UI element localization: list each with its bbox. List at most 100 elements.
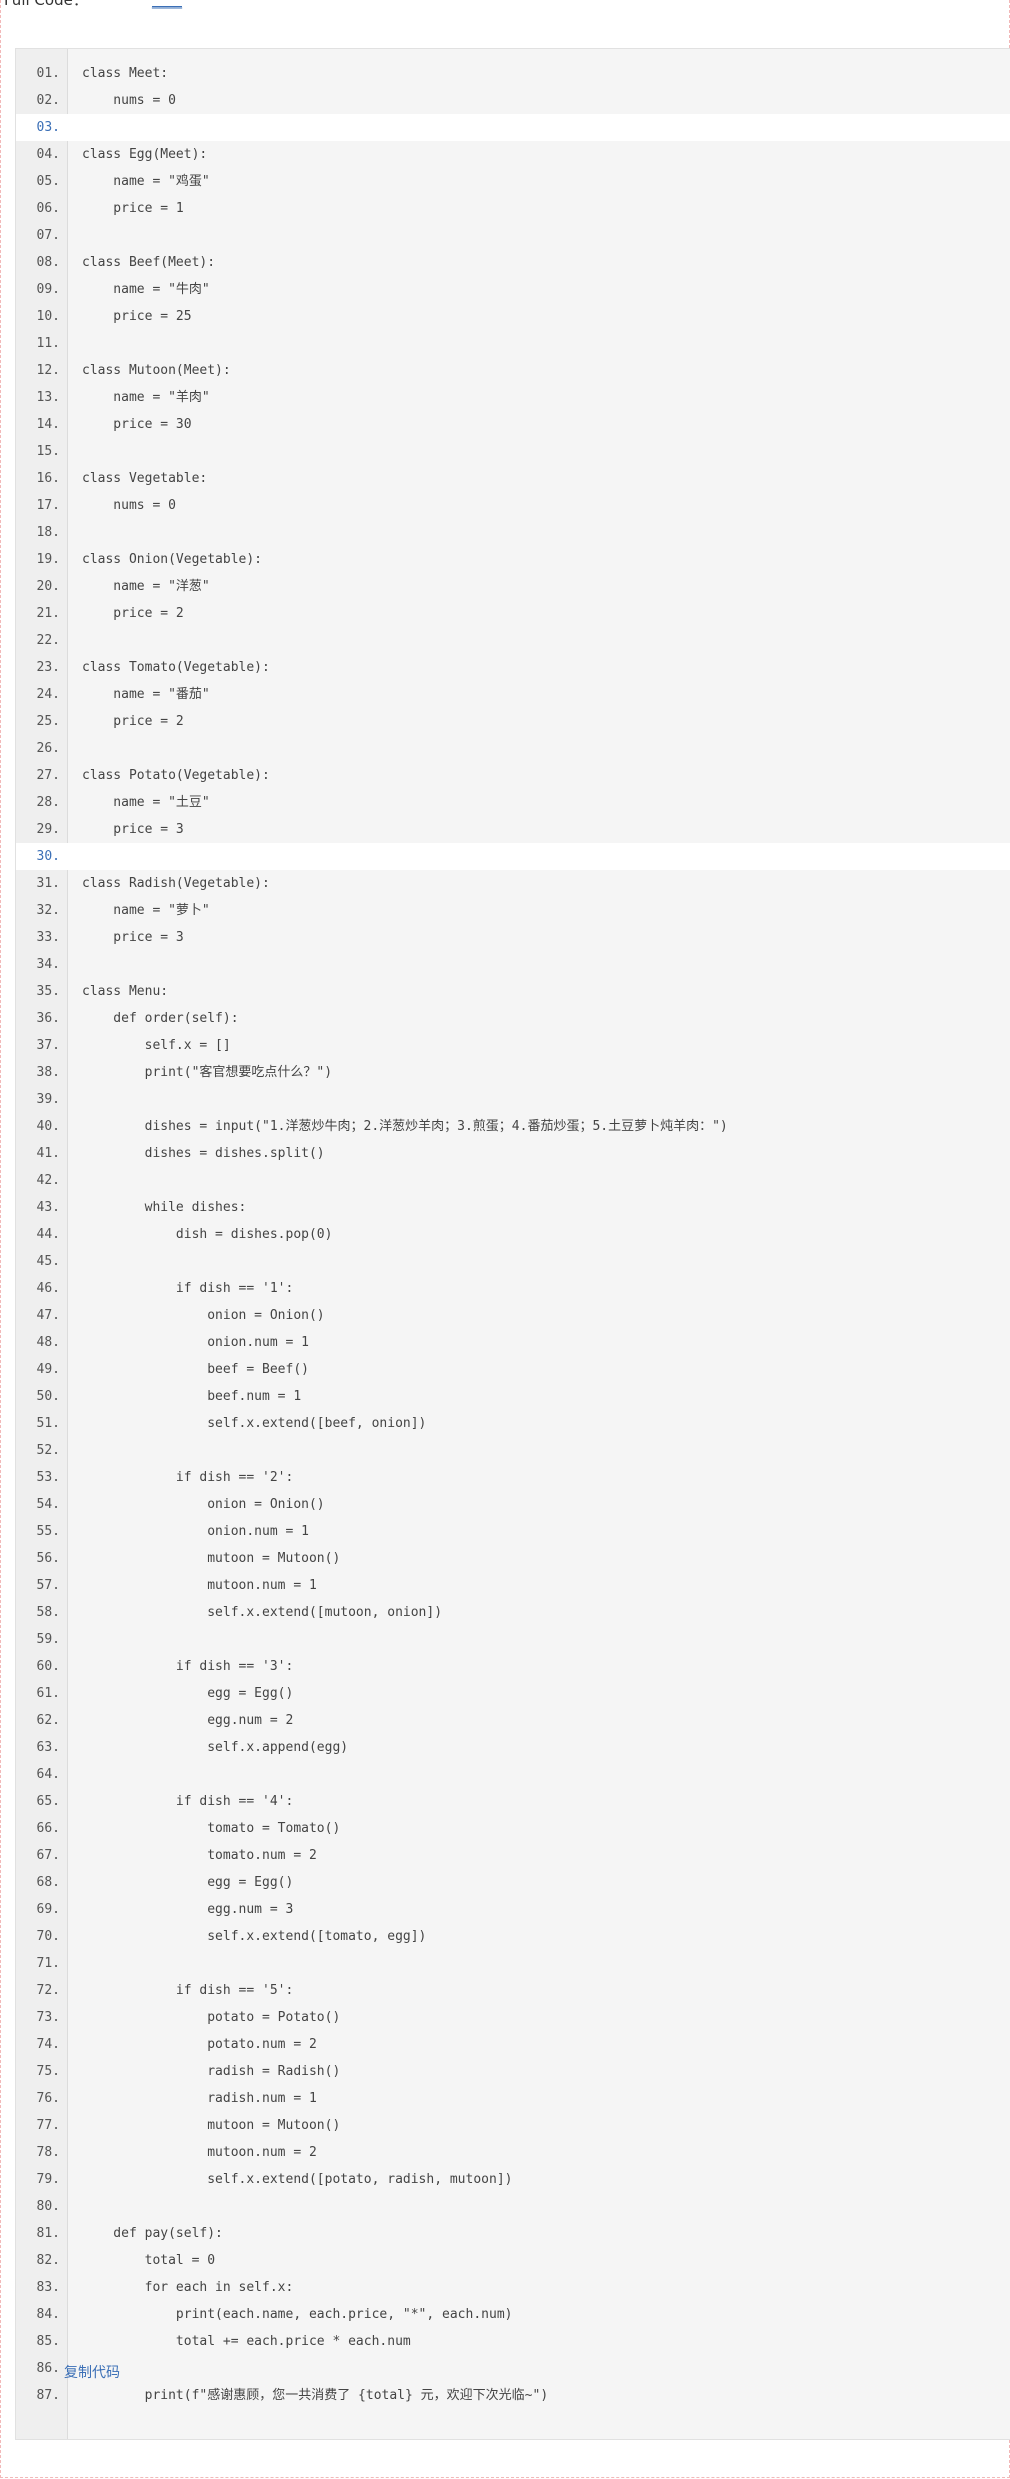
section-label: Full Code：: [4, 0, 88, 9]
code-text: dishes = dishes.split(): [82, 1146, 325, 1161]
code-text: egg.num = 2: [82, 1713, 294, 1728]
code-line: 54. onion = Onion(): [16, 1491, 1010, 1518]
code-text: beef = Beef(): [82, 1362, 309, 1377]
line-number: 51.: [36, 1416, 60, 1431]
code-text: onion.num = 1: [82, 1335, 309, 1350]
header-link[interactable]: ____: [152, 0, 182, 10]
code-text: print(f"感谢惠顾，您一共消费了 {total} 元，欢迎下次光临~"): [82, 2388, 549, 2403]
code-line: 23. class Tomato(Vegetable):: [16, 654, 1010, 681]
line-number: 05.: [36, 174, 60, 189]
line-number: 11.: [36, 336, 60, 351]
line-number: 38.: [36, 1065, 60, 1080]
code-text: self.x.extend([tomato, egg]): [82, 1929, 427, 1944]
line-number: 52.: [36, 1443, 60, 1458]
code-line: 69. egg.num = 3: [16, 1896, 1010, 1923]
code-line: 82. total = 0: [16, 2247, 1010, 2274]
code-text: class Tomato(Vegetable):: [82, 660, 270, 675]
code-text: if dish == '5':: [82, 1983, 294, 1998]
line-number: 60.: [36, 1659, 60, 1674]
code-text: name = "鸡蛋": [82, 174, 210, 189]
line-number: 34.: [36, 957, 60, 972]
code-line: 80.: [16, 2193, 1010, 2220]
code-text: mutoon.num = 2: [82, 2145, 317, 2160]
code-line: 67. tomato.num = 2: [16, 1842, 1010, 1869]
code-line: 57. mutoon.num = 1: [16, 1572, 1010, 1599]
code-line: 37. self.x = []: [16, 1032, 1010, 1059]
code-line: 45.: [16, 1248, 1010, 1275]
line-number: 32.: [36, 903, 60, 918]
code-line: 29. price = 3: [16, 816, 1010, 843]
code-line: 55. onion.num = 1: [16, 1518, 1010, 1545]
code-line: 64.: [16, 1761, 1010, 1788]
code-text: total += each.price * each.num: [82, 2334, 411, 2349]
line-number: 47.: [36, 1308, 60, 1323]
code-text: radish.num = 1: [82, 2091, 317, 2106]
line-number: 26.: [36, 741, 60, 756]
line-number: 58.: [36, 1605, 60, 1620]
line-number: 28.: [36, 795, 60, 810]
line-number: 14.: [36, 417, 60, 432]
line-number: 73.: [36, 2010, 60, 2025]
code-text: tomato = Tomato(): [82, 1821, 341, 1836]
line-number: 19.: [36, 552, 60, 567]
code-line: 30.: [16, 843, 1010, 870]
code-line: 39.: [16, 1086, 1010, 1113]
code-line: 76. radish.num = 1: [16, 2085, 1010, 2112]
code-text: name = "牛肉": [82, 282, 210, 297]
line-number: 04.: [36, 147, 60, 162]
line-number: 33.: [36, 930, 60, 945]
code-text: name = "羊肉": [82, 390, 210, 405]
code-text: price = 30: [82, 417, 192, 432]
copy-code-button[interactable]: 复制代码: [64, 2363, 120, 2383]
code-line: 48. onion.num = 1: [16, 1329, 1010, 1356]
line-number: 69.: [36, 1902, 60, 1917]
code-text: self.x.extend([potato, radish, mutoon]): [82, 2172, 513, 2187]
code-block: 01. class Meet: 02. nums = 0 03. 04. class Eg…: [15, 48, 1010, 2440]
line-number: 50.: [36, 1389, 60, 1404]
line-number: 45.: [36, 1254, 60, 1269]
code-line: 19. class Onion(Vegetable):: [16, 546, 1010, 573]
code-line: 15.: [16, 438, 1010, 465]
code-text: self.x.extend([beef, onion]): [82, 1416, 427, 1431]
line-number: 24.: [36, 687, 60, 702]
code-line: 20. name = "洋葱": [16, 573, 1010, 600]
code-text: beef.num = 1: [82, 1389, 302, 1404]
code-text: while dishes:: [82, 1200, 247, 1215]
code-line: 11.: [16, 330, 1010, 357]
code-line: 60. if dish == '3':: [16, 1653, 1010, 1680]
code-text: class Beef(Meet):: [82, 255, 216, 270]
line-number: 59.: [36, 1632, 60, 1647]
line-number: 30.: [36, 849, 60, 864]
line-number: 31.: [36, 876, 60, 891]
line-number: 61.: [36, 1686, 60, 1701]
line-number: 29.: [36, 822, 60, 837]
line-number: 56.: [36, 1551, 60, 1566]
line-number: 20.: [36, 579, 60, 594]
code-line: 25. price = 2: [16, 708, 1010, 735]
line-number: 49.: [36, 1362, 60, 1377]
code-line: 73. potato = Potato(): [16, 2004, 1010, 2031]
line-number: 25.: [36, 714, 60, 729]
code-line: 14. price = 30: [16, 411, 1010, 438]
code-line: 68. egg = Egg(): [16, 1869, 1010, 1896]
code-line: 41. dishes = dishes.split(): [16, 1140, 1010, 1167]
line-number: 36.: [36, 1011, 60, 1026]
line-number: 82.: [36, 2253, 60, 2268]
line-number: 78.: [36, 2145, 60, 2160]
line-number: 54.: [36, 1497, 60, 1512]
code-line: 87. print(f"感谢惠顾，您一共消费了 {total} 元，欢迎下次光临…: [16, 2382, 1010, 2409]
code-text: radish = Radish(): [82, 2064, 341, 2079]
code-line: 46. if dish == '1':: [16, 1275, 1010, 1302]
code-text: def order(self):: [82, 1011, 239, 1026]
code-line: 75. radish = Radish(): [16, 2058, 1010, 2085]
code-text: nums = 0: [82, 498, 176, 513]
line-number: 16.: [36, 471, 60, 486]
code-line: 50. beef.num = 1: [16, 1383, 1010, 1410]
code-line: 31. class Radish(Vegetable):: [16, 870, 1010, 897]
code-line: 52.: [16, 1437, 1010, 1464]
line-number: 81.: [36, 2226, 60, 2241]
code-line: 26.: [16, 735, 1010, 762]
line-number: 53.: [36, 1470, 60, 1485]
code-line: 08. class Beef(Meet):: [16, 249, 1010, 276]
code-line: 65. if dish == '4':: [16, 1788, 1010, 1815]
